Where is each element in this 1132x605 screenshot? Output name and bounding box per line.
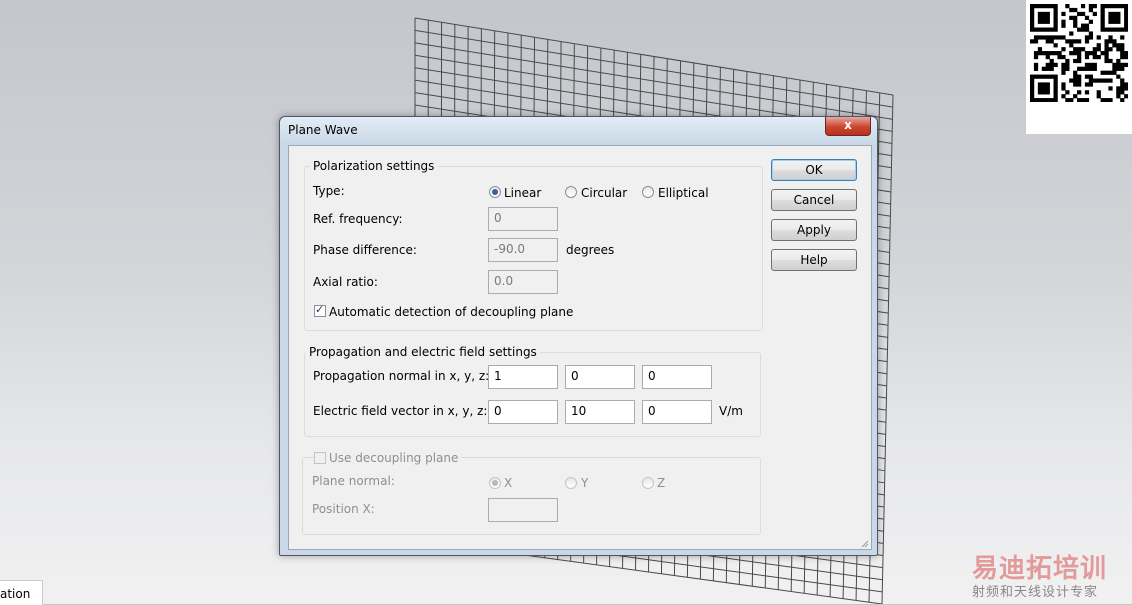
radio-plane-z-label[interactable]: Z [657, 476, 665, 490]
status-bar-tab[interactable]: ation [0, 580, 43, 605]
close-button[interactable]: x [825, 117, 871, 136]
efield-label: Electric field vector in x, y, z: [313, 404, 487, 418]
radio-linear-label[interactable]: Linear [504, 186, 541, 200]
propagation-normal-x[interactable]: 1 [488, 365, 558, 389]
radio-circular[interactable] [565, 186, 577, 198]
propagation-legend: Propagation and electric field settings [306, 345, 540, 359]
position-field[interactable] [488, 498, 558, 522]
decoupling-group [302, 457, 761, 535]
dialog-title: Plane Wave [288, 123, 358, 137]
radio-plane-z[interactable] [642, 477, 654, 489]
axial-ratio-field[interactable]: 0.0 [488, 270, 558, 294]
auto-detect-label[interactable]: Automatic detection of decoupling plane [329, 305, 573, 319]
plane-wave-dialog: Plane Wave x Polarization settings Type:… [279, 116, 878, 556]
title-bar[interactable]: Plane Wave x [280, 117, 877, 143]
type-label: Type: [313, 184, 345, 198]
use-decoupling-checkbox[interactable] [314, 452, 326, 464]
axial-ratio-label: Axial ratio: [313, 275, 378, 289]
close-icon: x [826, 118, 870, 132]
auto-detect-checkbox[interactable] [314, 305, 326, 317]
ref-frequency-field[interactable]: 0 [488, 207, 558, 231]
efield-unit-label: V/m [719, 404, 743, 418]
efield-z[interactable]: 0 [642, 400, 712, 424]
radio-elliptical[interactable] [642, 186, 654, 198]
phase-unit-label: degrees [566, 243, 614, 257]
propagation-normal-y[interactable]: 0 [565, 365, 635, 389]
polarization-legend: Polarization settings [310, 159, 437, 173]
watermark-brand: 易迪拓培训 [972, 548, 1107, 585]
cancel-button[interactable]: Cancel [771, 189, 857, 211]
watermark-tagline: 射频和天线设计专家 [972, 581, 1098, 600]
qr-code [1026, 0, 1132, 134]
radio-plane-x[interactable] [489, 477, 501, 489]
phase-difference-label: Phase difference: [313, 243, 417, 257]
apply-button[interactable]: Apply [771, 219, 857, 241]
efield-y[interactable]: 10 [565, 400, 635, 424]
radio-plane-x-label[interactable]: X [504, 476, 512, 490]
radio-linear[interactable] [489, 186, 501, 198]
radio-plane-y[interactable] [565, 477, 577, 489]
radio-elliptical-label[interactable]: Elliptical [658, 186, 709, 200]
plane-normal-label: Plane normal: [312, 474, 395, 488]
resize-grip-icon[interactable] [861, 540, 869, 548]
radio-circular-label[interactable]: Circular [581, 186, 627, 200]
use-decoupling-label[interactable]: Use decoupling plane [326, 451, 461, 465]
phase-difference-field[interactable]: -90.0 [488, 238, 558, 262]
position-label: Position X: [312, 502, 375, 516]
ok-button[interactable]: OK [771, 159, 857, 181]
efield-x[interactable]: 0 [488, 400, 558, 424]
propagation-normal-label: Propagation normal in x, y, z: [313, 369, 489, 383]
radio-plane-y-label[interactable]: Y [581, 476, 588, 490]
watermark: 易迪拓培训 射频和天线设计专家 [970, 548, 1130, 602]
help-button[interactable]: Help [771, 249, 857, 271]
propagation-normal-z[interactable]: 0 [642, 365, 712, 389]
ref-frequency-label: Ref. frequency: [313, 212, 403, 226]
